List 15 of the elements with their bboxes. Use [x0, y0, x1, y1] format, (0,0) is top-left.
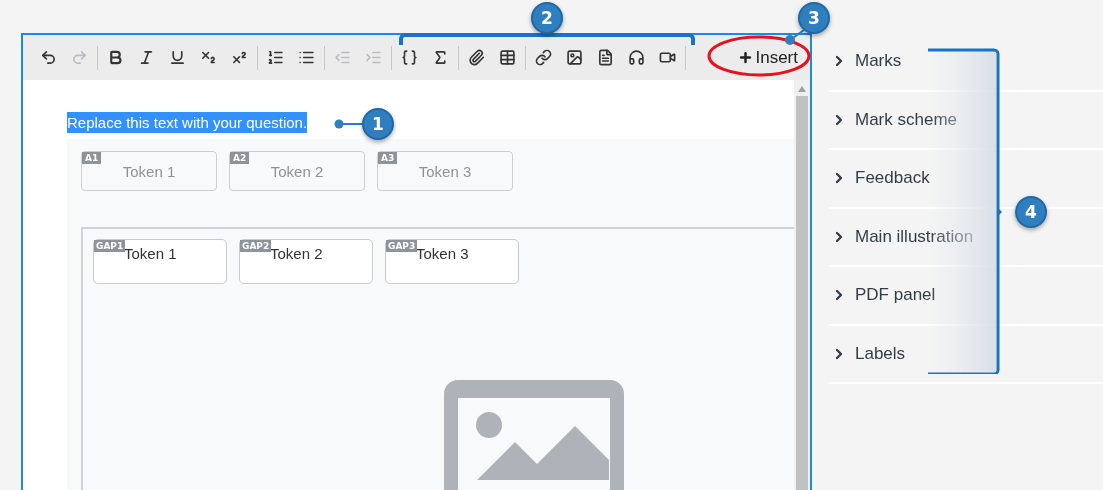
question-text: Replace this text with your question. [67, 112, 308, 133]
scrollbar[interactable] [794, 80, 810, 490]
gap-tag: GAP2 [240, 240, 272, 252]
leader-line [784, 30, 804, 46]
token-tag: A1 [82, 152, 102, 164]
callout-badge: 4 [1015, 196, 1047, 228]
plus-icon [738, 50, 754, 65]
leader-line [334, 119, 364, 129]
image-placeholder-icon [444, 380, 624, 490]
token-tag: A3 [378, 152, 398, 164]
callout-badge: 2 [531, 2, 563, 34]
gap-tag: GAP3 [386, 240, 418, 252]
token-tag: A2 [230, 152, 250, 164]
callout-badge: 3 [798, 2, 830, 34]
gap-tag: GAP1 [94, 240, 126, 252]
